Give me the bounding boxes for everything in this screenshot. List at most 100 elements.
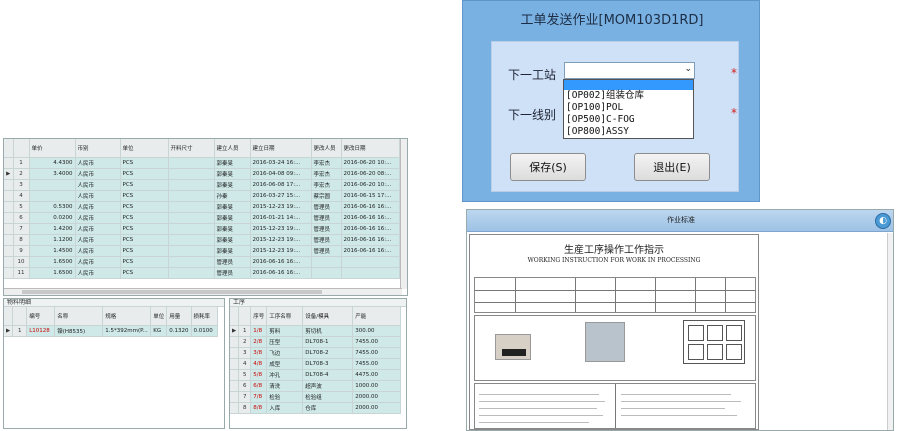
col-header[interactable]: 建立日期 bbox=[250, 139, 312, 158]
col-header[interactable]: 产能 bbox=[352, 307, 402, 326]
modifier-cell: 李宏杰 bbox=[311, 157, 342, 169]
size-cell bbox=[168, 201, 215, 213]
table-header-row: 序号 工序名称 设备/模具 产能 bbox=[230, 307, 402, 326]
table-row[interactable]: 5 0.5300 人民币 PCS 郭秦旻 2015-12-23 19:... 管理员 2016… bbox=[4, 201, 400, 213]
col-header[interactable]: 币别 bbox=[75, 139, 121, 158]
row-selector-icon[interactable] bbox=[230, 336, 240, 348]
save-button[interactable]: 保存(S) bbox=[510, 153, 586, 181]
row-selector-icon[interactable] bbox=[230, 402, 240, 414]
table-row[interactable]: 8 8/8 入库 仓库 2000.00 bbox=[230, 402, 402, 414]
size-cell bbox=[168, 190, 215, 202]
row-selector-icon[interactable] bbox=[4, 201, 14, 213]
col-header[interactable]: 开料尺寸 bbox=[168, 139, 215, 158]
row-selector-icon[interactable] bbox=[4, 234, 14, 246]
size-cell bbox=[168, 234, 215, 246]
row-selector-icon[interactable]: ▶ bbox=[4, 168, 14, 180]
process-panel: 工序 序号 工序名称 设备/模具 产能 ▶ 1 1/8 剪料 剪切机 300.00 2 2/8… bbox=[229, 298, 407, 429]
process-name-cell: 冲孔 bbox=[266, 369, 304, 381]
modifier-cell: 蔡宗圆 bbox=[311, 190, 342, 202]
price-cell: 4.4300 bbox=[29, 157, 76, 169]
row-selector-icon[interactable] bbox=[4, 267, 14, 279]
col-header[interactable]: 名称 bbox=[54, 307, 104, 326]
col-header[interactable] bbox=[13, 139, 30, 158]
col-header[interactable]: 单价 bbox=[29, 139, 76, 158]
table-row[interactable]: 5 5/8 冲孔 DL708-4 4475.00 bbox=[230, 369, 402, 381]
row-selector-icon[interactable] bbox=[230, 358, 240, 370]
dropdown-highlight[interactable] bbox=[564, 80, 693, 90]
row-selector-icon[interactable] bbox=[230, 391, 240, 403]
required-star: * bbox=[731, 66, 737, 80]
created-date-cell: 2015-12-23 19:... bbox=[250, 201, 312, 213]
table-row[interactable]: 11 1.6500 人民币 PCS 管理员 2016-06-16 16:... bbox=[4, 267, 400, 279]
dropdown-option[interactable]: [OP100]POL bbox=[564, 102, 693, 114]
table-row[interactable]: 8 1.1200 人民币 PCS 郭秦旻 2015-12-23 19:... 管理员 2016… bbox=[4, 234, 400, 246]
document-notes bbox=[474, 383, 756, 429]
chevron-down-icon[interactable]: ⌄ bbox=[684, 64, 692, 74]
table-row[interactable]: 3 3/8 飞边 DL708-2 7455.00 bbox=[230, 347, 402, 359]
document-header-table bbox=[474, 277, 756, 313]
row-selector-icon[interactable] bbox=[4, 256, 14, 268]
created-date-cell: 2015-12-23 19:... bbox=[250, 223, 312, 235]
table-row[interactable]: ▶ 1 1/8 剪料 剪切机 300.00 bbox=[230, 325, 402, 337]
table-row[interactable]: ▶ 1 L10128 镍(H8535) 1.5*392mm(P... KG 0.… bbox=[4, 325, 218, 337]
col-header[interactable]: 规格 bbox=[102, 307, 152, 326]
row-selector-icon[interactable] bbox=[4, 245, 14, 257]
document-subtitle: WORKING INSTRUCTION FOR WORK IN PROCESSI… bbox=[527, 257, 701, 264]
table-row[interactable]: ▶ 2 3.4000 人民币 PCS 郭秦旻 2016-04-08 09:... 李宏杰 201… bbox=[4, 168, 400, 180]
exit-button[interactable]: 退出(E) bbox=[634, 153, 710, 181]
row-number: 5 bbox=[13, 201, 30, 213]
next-station-dropdown-list[interactable]: [OP002]组装仓库 [OP100]POL [OP500]C-FOG [OP8… bbox=[563, 79, 694, 139]
row-number: 2 bbox=[13, 168, 30, 180]
row-selector-icon[interactable] bbox=[230, 380, 240, 392]
table-row[interactable]: 3 人民币 PCS 郭秦旻 2016-06-08 17:... 李宏杰 2016-06-20… bbox=[4, 179, 400, 191]
col-header[interactable]: 更改日期 bbox=[341, 139, 400, 158]
col-header[interactable] bbox=[12, 307, 28, 326]
row-selector-icon[interactable] bbox=[4, 190, 14, 202]
row-selector-icon[interactable] bbox=[4, 179, 14, 191]
row-selector-icon[interactable] bbox=[4, 157, 14, 169]
next-station-select[interactable]: ⌄ bbox=[564, 62, 695, 79]
row-selector-icon[interactable] bbox=[230, 347, 240, 359]
col-header[interactable]: 编号 bbox=[26, 307, 56, 326]
col-header[interactable]: 更改人员 bbox=[311, 139, 342, 158]
process-cap-cell: 300.00 bbox=[352, 325, 402, 337]
col-header[interactable]: 单位 bbox=[120, 139, 169, 158]
dropdown-option[interactable]: [OP500]C-FOG bbox=[564, 114, 693, 126]
material-price-grid[interactable]: 单价 币别 单位 开料尺寸 建立人员 建立日期 更改人员 更改日期 1 4.430… bbox=[3, 138, 408, 296]
col-header[interactable] bbox=[238, 307, 252, 326]
vertical-scrollbar[interactable] bbox=[887, 233, 893, 430]
col-header[interactable]: 设备/模具 bbox=[302, 307, 354, 326]
table-row[interactable]: 4 4/8 成型 DL708-3 7455.00 bbox=[230, 358, 402, 370]
col-header[interactable]: 序号 bbox=[250, 307, 268, 326]
refresh-icon[interactable]: ◐ bbox=[875, 213, 891, 229]
col-header[interactable]: 工序名称 bbox=[266, 307, 304, 326]
table-row[interactable]: 4 人民币 PCS 孙秦 2016-03-27 15:... 蔡宗圆 2016-06-15 … bbox=[4, 190, 400, 202]
process-seq-cell: 4/8 bbox=[250, 358, 268, 370]
table-row[interactable]: 1 4.4300 人民币 PCS 郭秦旻 2016-03-24 16:... 李宏杰 2016… bbox=[4, 157, 400, 169]
scrollbar-thumb[interactable] bbox=[22, 290, 322, 294]
table-row[interactable]: 7 7/8 检验 检验组 2000.00 bbox=[230, 391, 402, 403]
dropdown-option[interactable]: [OP800]ASSY bbox=[564, 126, 693, 138]
table-row[interactable]: 6 0.0200 人民币 PCS 郭秦旻 2016-01-21 14:... 管理员 2016… bbox=[4, 212, 400, 224]
table-row[interactable]: 2 2/8 压型 DL708-1 7455.00 bbox=[230, 336, 402, 348]
row-number: 1 bbox=[13, 157, 30, 169]
row-selector-icon[interactable] bbox=[4, 223, 14, 235]
vertical-scrollbar[interactable] bbox=[400, 139, 407, 289]
col-header[interactable]: 用量 bbox=[166, 307, 192, 326]
table-row[interactable]: 10 1.6500 人民币 PCS 管理员 2016-06-16 16:... bbox=[4, 256, 400, 268]
row-selector-icon[interactable] bbox=[230, 369, 240, 381]
table-row[interactable]: 7 1.4200 人民币 PCS 郭秦旻 2015-12-23 19:... 管理员 2016… bbox=[4, 223, 400, 235]
tray-diagram bbox=[683, 320, 745, 364]
table-row[interactable]: 6 6/8 清洗 超声波 1000.00 bbox=[230, 380, 402, 392]
creator-cell: 郭秦旻 bbox=[214, 168, 251, 180]
table-row[interactable]: 9 1.4500 人民币 PCS 郭秦旻 2015-12-23 19:... 管理员 2016… bbox=[4, 245, 400, 257]
horizontal-scrollbar[interactable] bbox=[4, 288, 402, 295]
row-selector-icon[interactable] bbox=[4, 212, 14, 224]
row-selector-icon[interactable]: ▶ bbox=[230, 325, 240, 337]
process-equip-cell: 剪切机 bbox=[302, 325, 354, 337]
col-header[interactable]: 单位 bbox=[150, 307, 168, 326]
col-header[interactable]: 建立人员 bbox=[214, 139, 251, 158]
dropdown-option[interactable]: [OP002]组装仓库 bbox=[564, 90, 693, 102]
row-selector-icon[interactable]: ▶ bbox=[4, 325, 14, 337]
col-header[interactable]: 损耗率 bbox=[191, 307, 218, 326]
